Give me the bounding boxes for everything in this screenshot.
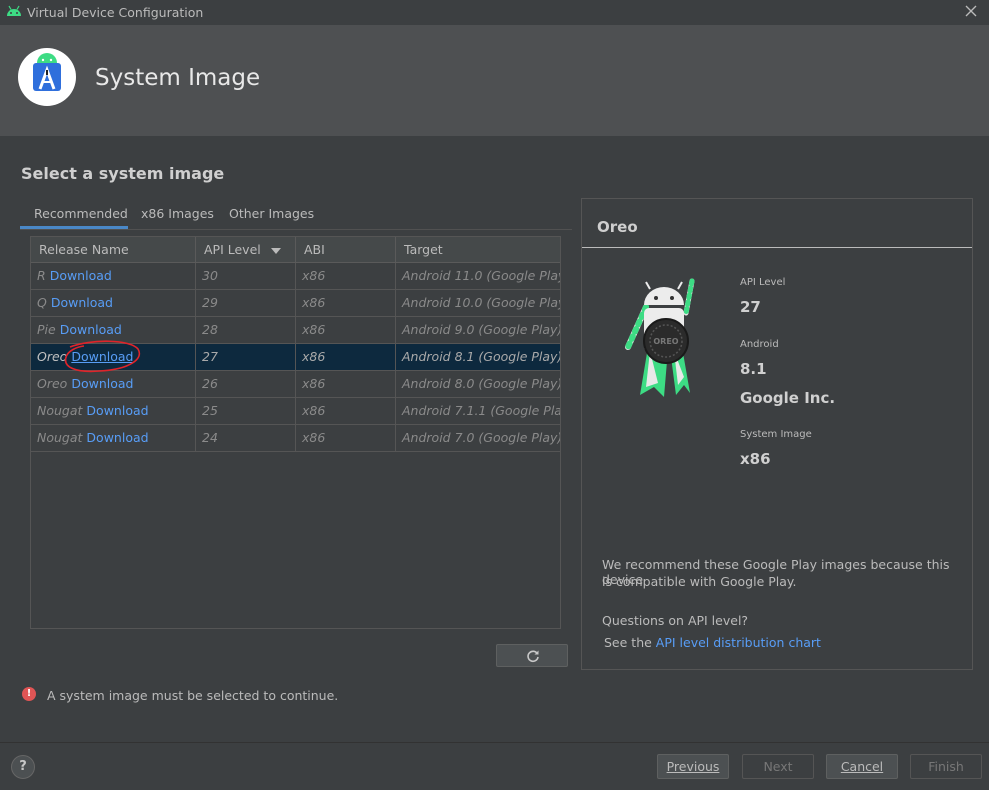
cell-abi: x86 bbox=[296, 263, 396, 289]
cell-abi: x86 bbox=[296, 317, 396, 343]
cell-target: Android 11.0 (Google Play) bbox=[402, 268, 560, 283]
help-button[interactable]: ? bbox=[11, 755, 35, 779]
cell-abi: x86 bbox=[296, 398, 396, 424]
details-panel: Oreo OREO API Level 27 Android 8.1 Googl… bbox=[581, 198, 973, 670]
questions-text: Questions on API level? bbox=[602, 613, 749, 628]
tab-x86-images[interactable]: x86 Images bbox=[135, 206, 220, 221]
refresh-icon bbox=[527, 650, 539, 663]
download-link[interactable]: Download bbox=[50, 268, 112, 283]
table-row[interactable]: Nougat Download 24 x86 Android 7.0 (Google P… bbox=[31, 425, 560, 452]
system-image-value: x86 bbox=[740, 450, 771, 468]
tab-other-images[interactable]: Other Images bbox=[223, 206, 320, 221]
tab-recommended[interactable]: Recommended bbox=[28, 206, 134, 221]
download-link[interactable]: Download bbox=[86, 403, 148, 418]
see-the-line: See the API level distribution chart bbox=[604, 635, 821, 650]
cell-api-level: 30 bbox=[196, 263, 296, 289]
system-image-table: Release Name API Level ABI Target R Downl… bbox=[30, 236, 561, 629]
wizard-header: System Image bbox=[0, 25, 989, 136]
section-title: Select a system image bbox=[21, 164, 225, 183]
cell-abi: x86 bbox=[296, 290, 396, 316]
sort-desc-icon bbox=[270, 247, 281, 254]
download-link[interactable]: Download bbox=[60, 322, 122, 337]
finish-button[interactable]: Finish bbox=[910, 754, 982, 779]
cell-target: Android 9.0 (Google Play) bbox=[402, 322, 560, 337]
cell-target: Android 10.0 (Google Play) bbox=[402, 295, 560, 310]
details-divider bbox=[582, 247, 972, 248]
api-level-label: API Level bbox=[740, 277, 786, 288]
window-title: Virtual Device Configuration bbox=[27, 5, 204, 20]
see-the-text: See the bbox=[604, 635, 652, 650]
vendor-value: Google Inc. bbox=[740, 389, 836, 407]
android-version-label: Android bbox=[740, 339, 779, 350]
android-version-value: 8.1 bbox=[740, 360, 767, 378]
recommend-text-line2: is compatible with Google Play. bbox=[602, 574, 797, 589]
table-row[interactable]: Nougat Download 25 x86 Android 7.1.1 (Google… bbox=[31, 398, 560, 425]
tabs-divider bbox=[20, 229, 572, 230]
table-row[interactable]: Q Download 29 x86 Android 10.0 (Google Play) bbox=[31, 290, 560, 317]
refresh-button[interactable] bbox=[496, 644, 568, 667]
cell-release-name: Nougat Download bbox=[31, 425, 196, 451]
release-name: Nougat bbox=[37, 403, 83, 418]
system-image-label: System Image bbox=[740, 429, 812, 440]
cell-release-name: R Download bbox=[31, 263, 196, 289]
cell-abi: x86 bbox=[296, 425, 396, 451]
annotation-circle bbox=[64, 340, 141, 373]
error-message: A system image must be selected to conti… bbox=[47, 688, 339, 703]
release-name: Pie bbox=[37, 322, 56, 337]
next-button[interactable]: Next bbox=[742, 754, 814, 779]
release-name: Nougat bbox=[37, 430, 83, 445]
cell-target: Android 8.1 (Google Play) bbox=[402, 349, 560, 364]
android-icon bbox=[7, 5, 21, 16]
cell-abi: x86 bbox=[296, 371, 396, 397]
api-distribution-chart-link[interactable]: API level distribution chart bbox=[656, 635, 821, 650]
column-header-abi[interactable]: ABI bbox=[296, 237, 396, 263]
cell-target: Android 7.1.1 (Google Play) bbox=[402, 403, 560, 418]
column-header-target[interactable]: Target bbox=[396, 237, 560, 263]
svg-text:OREO: OREO bbox=[653, 337, 678, 346]
cell-target: Android 7.0 (Google Play) bbox=[402, 430, 560, 445]
table-row[interactable]: Oreo Download 26 x86 Android 8.0 (Google Pla… bbox=[31, 371, 560, 398]
cell-api-level: 28 bbox=[196, 317, 296, 343]
cell-release-name: Q Download bbox=[31, 290, 196, 316]
cell-api-level: 24 bbox=[196, 425, 296, 451]
cell-api-level: 25 bbox=[196, 398, 296, 424]
details-title: Oreo bbox=[597, 218, 638, 236]
page-title: System Image bbox=[95, 65, 261, 91]
android-studio-icon bbox=[33, 53, 61, 91]
release-name: R bbox=[37, 268, 46, 283]
table-row[interactable]: R Download 30 x86 Android 11.0 (Google Play) bbox=[31, 263, 560, 290]
cell-api-level: 27 bbox=[196, 344, 296, 370]
release-name: Oreo bbox=[37, 376, 68, 391]
cell-abi: x86 bbox=[296, 344, 396, 370]
cell-api-level: 26 bbox=[196, 371, 296, 397]
cell-release-name: Nougat Download bbox=[31, 398, 196, 424]
column-header-release-name[interactable]: Release Name bbox=[31, 237, 196, 263]
download-link[interactable]: Download bbox=[51, 295, 113, 310]
oreo-mascot-image: OREO bbox=[625, 278, 695, 397]
previous-button[interactable]: Previous bbox=[657, 754, 729, 779]
title-bar: Virtual Device Configuration bbox=[0, 0, 989, 24]
cell-target: Android 8.0 (Google Play) bbox=[402, 376, 560, 391]
column-header-api-level[interactable]: API Level bbox=[196, 237, 296, 263]
cancel-button[interactable]: Cancel bbox=[826, 754, 898, 779]
download-link[interactable]: Download bbox=[86, 430, 148, 445]
android-studio-logo bbox=[18, 48, 76, 106]
error-icon: ! bbox=[22, 687, 36, 701]
api-level-value: 27 bbox=[740, 298, 761, 316]
close-icon[interactable] bbox=[963, 3, 979, 19]
cell-api-level: 29 bbox=[196, 290, 296, 316]
release-name: Q bbox=[37, 295, 47, 310]
download-link[interactable]: Download bbox=[71, 376, 133, 391]
footer-divider bbox=[0, 742, 989, 743]
